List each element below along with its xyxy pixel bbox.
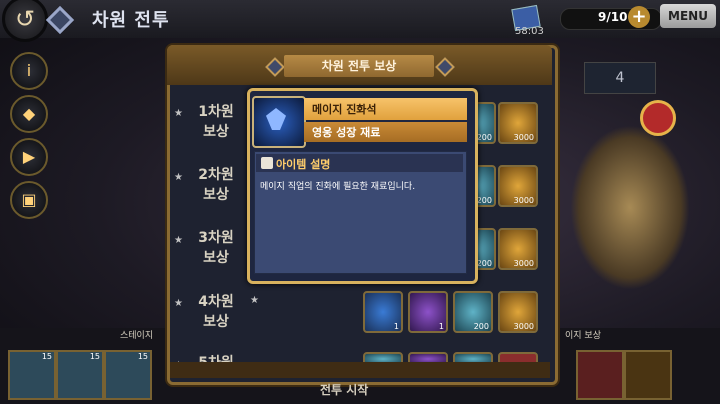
staff-ornament-icon [640,100,676,136]
boss-portrait [570,125,690,290]
scroll-icon [261,157,273,169]
modal-footer [170,362,550,378]
reward-item[interactable]: 1 [363,291,403,333]
star-icon: ★ [174,172,183,183]
reward-item[interactable]: 200 [453,291,493,333]
description-title: 아이템 설명 [276,158,331,171]
star-icon: ★ [174,235,183,246]
reward-item[interactable]: 3000 [498,228,538,270]
reward-count: 3000 [513,133,534,142]
reward-item[interactable]: 3000 [498,291,538,333]
reward-item[interactable]: 3000 [498,165,538,207]
reward-count: 3000 [513,196,534,205]
reward-card[interactable] [576,350,624,400]
stage-indicator[interactable]: 4 [584,62,656,94]
stamina-timer: 58:03 [515,26,544,37]
hero-card[interactable]: 15 [104,350,152,400]
hero-card-count: 15 [89,352,100,361]
description-text: 메이지 직업의 진화에 필요한 재료입니다. [260,182,416,192]
menu-button[interactable]: MENU [660,4,716,28]
hero-card-count: 15 [41,352,52,361]
reward-card[interactable] [624,350,672,400]
row-label: 3차원 보상 [198,230,234,266]
chest-button[interactable]: ▣ [10,181,48,219]
skill-button[interactable]: ◆ [10,95,48,133]
info-icon: i [26,61,32,80]
reward-count: 200 [476,133,492,142]
row-label: 4차원 보상 [198,294,234,330]
info-button[interactable]: i [10,52,48,90]
reward-count: 3000 [513,322,534,331]
stamina-count: 9/10 [598,10,628,24]
hero-card[interactable]: 15 [8,350,56,400]
auto-play-button[interactable]: ▶ [10,138,48,176]
reward-item[interactable]: 3000 [498,102,538,144]
battle-start-button[interactable]: 전투 시작 [320,381,368,398]
hero-card[interactable]: 15 [56,350,104,400]
modal-title: 차원 전투 보상 [284,55,434,77]
reward-count: 1 [393,322,399,331]
reward-count: 3000 [513,259,534,268]
reward-count: 200 [473,322,489,331]
reward-count: 200 [476,259,492,268]
star-icon: ★ [174,298,183,309]
row-label: 1차원 보상 [198,104,234,140]
star-icon: ★ [174,108,183,119]
page-title: 차원 전투 [92,10,170,31]
item-type: 영웅 성장 재료 [312,126,381,139]
row-label: 2차원 보상 [198,167,234,203]
star-icon: ★ [250,295,259,306]
reward-count: 200 [476,196,492,205]
hero-card-count: 15 [137,352,148,361]
reward-item[interactable]: 1 [408,291,448,333]
add-stamina-button[interactable]: + [628,6,650,28]
stage-label: 스테이지 [120,331,154,341]
chest-icon: ▣ [21,190,37,209]
item-name: 메이지 진화석 [312,103,377,116]
play-icon: ▶ [22,147,36,166]
reward-count: 1 [438,322,444,331]
diamond-icon: ◆ [22,104,36,123]
stage-reward-label: 이지 보상 [565,331,601,341]
